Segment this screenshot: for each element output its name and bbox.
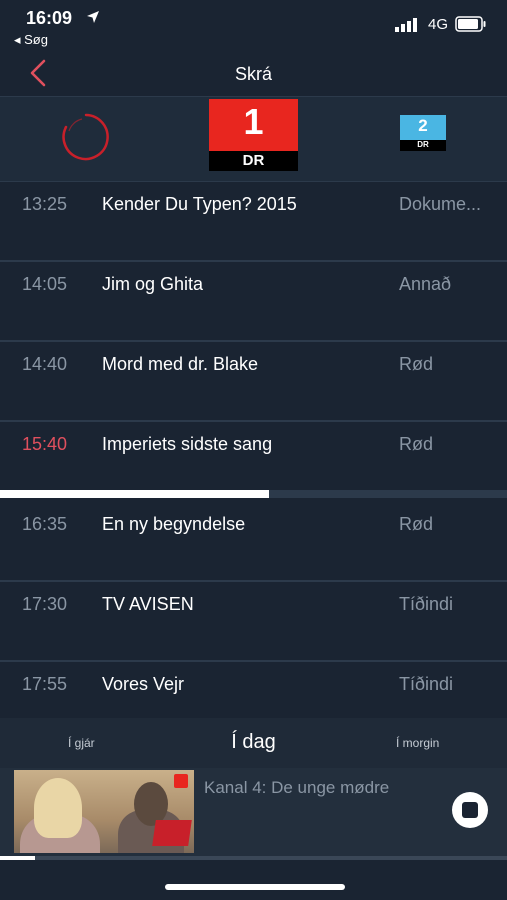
- loading-ring-icon[interactable]: [60, 111, 112, 163]
- channel-logo-dr1[interactable]: 1 DR: [209, 99, 298, 171]
- schedule-row[interactable]: 14:40 Mord med dr. Blake Rød: [0, 340, 507, 422]
- player-thumbnail[interactable]: [14, 770, 194, 853]
- schedule-row[interactable]: 16:35 En ny begyndelse Rød: [0, 500, 507, 582]
- dr2-number: 2: [418, 116, 428, 135]
- stop-icon: [462, 802, 478, 818]
- program-genre: Dokume...: [399, 194, 482, 214]
- next-day-button[interactable]: Í morgin: [396, 736, 439, 750]
- channel-logo-dr2[interactable]: 2 DR: [400, 115, 446, 151]
- schedule-row[interactable]: 13:25 Kender Du Typen? 2015 Dokume...: [0, 180, 507, 262]
- dr1-number: 1: [243, 101, 264, 142]
- player-progress-fill: [0, 856, 36, 860]
- program-genre: Tíðindi: [399, 594, 454, 614]
- program-genre: Annað: [399, 274, 452, 294]
- program-title: Mord med dr. Blake: [102, 354, 259, 374]
- back-to-app-link[interactable]: ◂ Søg: [14, 32, 48, 48]
- page-title: Skrá: [234, 64, 272, 84]
- status-time: 16:09: [26, 8, 73, 28]
- stop-button[interactable]: [452, 792, 488, 828]
- program-title: Kender Du Typen? 2015: [102, 194, 297, 214]
- program-title: TV AVISEN: [102, 594, 194, 614]
- mini-player[interactable]: Kanal 4: De unge mødre: [0, 768, 507, 856]
- program-genre: Tíðindi: [399, 674, 454, 694]
- navigation-bar: Skrá: [0, 52, 507, 96]
- program-time: 16:35: [22, 514, 68, 534]
- program-time: 14:05: [22, 274, 68, 294]
- player-title: Kanal 4: De unge mødre: [204, 778, 390, 797]
- program-time: 13:25: [22, 194, 68, 214]
- location-arrow-icon: [87, 11, 99, 23]
- day-navigation: Í gjár Í dag Í morgin: [0, 718, 507, 768]
- program-genre: Rød: [399, 434, 434, 454]
- schedule-row[interactable]: 17:30 TV AVISEN Tíðindi: [0, 580, 507, 662]
- dr1-brand: DR: [242, 152, 265, 169]
- signal-icon: [395, 18, 417, 32]
- home-indicator[interactable]: [165, 884, 345, 890]
- schedule-row-live[interactable]: 15:40 Imperiets sidste sang Rød: [0, 420, 507, 500]
- program-genre: Rød: [399, 514, 434, 534]
- status-bar: 16:09 ◂ Søg 4G: [0, 0, 507, 50]
- program-time: 15:40: [22, 434, 68, 454]
- live-progress-fill: [0, 490, 269, 498]
- program-title: Imperiets sidste sang: [102, 434, 273, 454]
- program-title: Vores Vejr: [102, 674, 185, 694]
- program-genre: Rød: [399, 354, 434, 374]
- channel-selector: 1 DR 2 DR: [0, 96, 507, 182]
- program-time: 14:40: [22, 354, 68, 374]
- dr2-brand: DR: [417, 140, 429, 149]
- live-progress-bar: [0, 490, 507, 498]
- network-type: 4G: [428, 16, 449, 33]
- program-title: En ny begyndelse: [102, 514, 246, 534]
- program-title: Jim og Ghita: [102, 274, 204, 294]
- battery-icon: [455, 16, 486, 32]
- program-time: 17:55: [22, 674, 68, 694]
- program-time: 17:30: [22, 594, 68, 614]
- schedule-row[interactable]: 14:05 Jim og Ghita Annað: [0, 260, 507, 342]
- player-progress-bar: [0, 856, 507, 860]
